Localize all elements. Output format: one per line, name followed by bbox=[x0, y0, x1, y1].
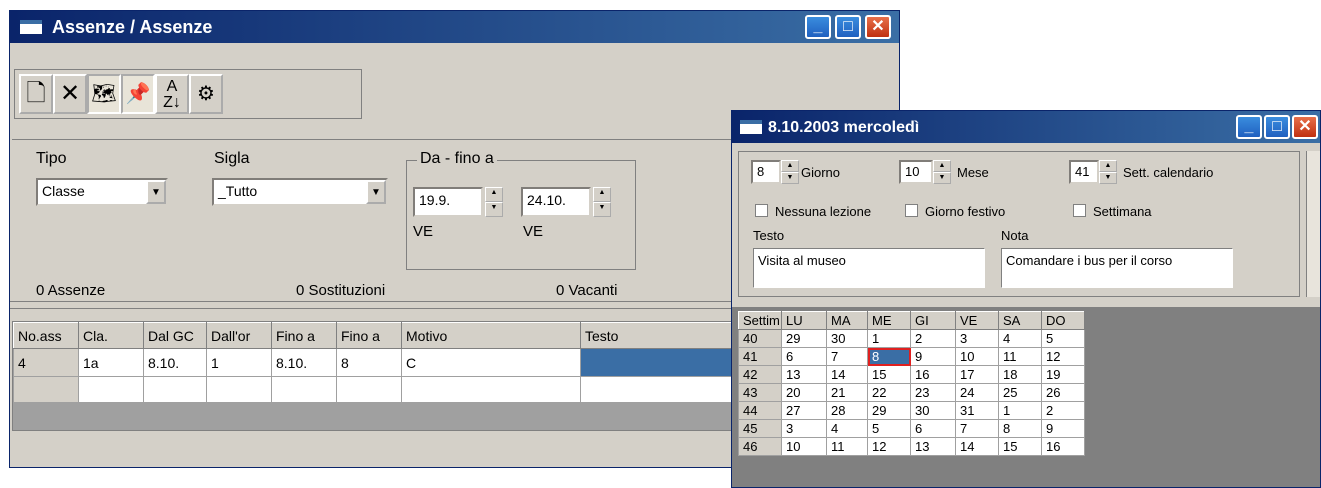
festivo-label: Giorno festivo bbox=[925, 204, 1006, 219]
testo-field[interactable]: Visita al museo bbox=[753, 248, 985, 288]
calendar-week-row[interactable]: 46 10 11 12 13 14 15 16 bbox=[738, 437, 1085, 456]
to-day-label: VE bbox=[523, 223, 544, 240]
map-icon[interactable]: 🗺 bbox=[87, 74, 121, 114]
col-header[interactable]: Fino a bbox=[271, 322, 337, 349]
close-button[interactable]: ✕ bbox=[1292, 115, 1318, 139]
vertical-scrollbar[interactable] bbox=[1306, 151, 1320, 297]
tipo-value: Classe bbox=[42, 183, 85, 199]
vacanti-count: 0 Vacanti bbox=[556, 282, 618, 299]
minimize-button[interactable]: _ bbox=[805, 15, 831, 39]
sigla-value: _Tutto bbox=[218, 183, 258, 199]
col-header[interactable]: Fino a bbox=[336, 322, 402, 349]
chevron-down-icon[interactable]: ▼ bbox=[146, 180, 166, 204]
nota-field[interactable]: Comandare i bus per il corso bbox=[1001, 248, 1233, 288]
sort-az-icon[interactable]: A Z↓ bbox=[155, 74, 189, 114]
settimana-label: Settimana bbox=[1093, 204, 1152, 219]
sigla-label: Sigla bbox=[214, 150, 250, 167]
calendar-week-row[interactable]: 43 20 21 22 23 24 25 26 bbox=[738, 383, 1085, 402]
tipo-select[interactable]: Classe ▼ bbox=[36, 178, 168, 206]
calendar-week-row[interactable]: 41 6 7 8 9 10 11 12 bbox=[738, 347, 1085, 366]
range-label: Da - fino a bbox=[417, 150, 497, 168]
new-icon[interactable]: 🗋 bbox=[19, 74, 53, 114]
calendar-week-row[interactable]: 45 3 4 5 6 7 8 9 bbox=[738, 419, 1085, 438]
title-bar[interactable]: 8.10.2003 mercoledì _ □ ✕ bbox=[732, 111, 1320, 143]
col-header[interactable]: Dall'or bbox=[206, 322, 272, 349]
to-spinner[interactable]: ▲ ▼ bbox=[593, 187, 611, 217]
sett-field[interactable]: 41 bbox=[1069, 160, 1099, 184]
to-date-field[interactable]: 24.10. bbox=[521, 187, 591, 217]
sigla-select[interactable]: _Tutto ▼ bbox=[212, 178, 388, 206]
nessuna-lezione-checkbox[interactable] bbox=[755, 204, 768, 217]
mese-spinner[interactable]: ▲ ▼ bbox=[933, 160, 951, 184]
sett-label: Sett. calendario bbox=[1123, 165, 1214, 180]
calendar-grid: Settim LU MA ME GI VE SA DO 40 29 30 1 2 3 4 5 … bbox=[738, 311, 1085, 456]
date-range-group: Da - fino a 19.9. ▲ ▼ 24.10. ▲ ▼ VE VE bbox=[406, 150, 636, 270]
window-icon bbox=[740, 120, 762, 134]
calendar-window: 8.10.2003 mercoledì _ □ ✕ 8 ▲ ▼ Giorno 10… bbox=[731, 110, 1321, 488]
giorno-spinner[interactable]: ▲ ▼ bbox=[781, 160, 799, 184]
sett-spinner[interactable]: ▲ ▼ bbox=[1099, 160, 1117, 184]
selected-day[interactable]: 8 bbox=[867, 347, 911, 366]
delete-icon[interactable]: ✕ bbox=[53, 74, 87, 114]
giorno-field[interactable]: 8 bbox=[751, 160, 781, 184]
window-icon bbox=[20, 20, 42, 34]
minimize-button[interactable]: _ bbox=[1236, 115, 1262, 139]
col-header[interactable]: Cla. bbox=[78, 322, 144, 349]
chevron-down-icon[interactable]: ▼ bbox=[366, 180, 386, 204]
giorno-label: Giorno bbox=[801, 165, 841, 180]
calendar-week-row[interactable]: 42 13 14 15 16 17 18 19 bbox=[738, 365, 1085, 384]
maximize-button[interactable]: □ bbox=[835, 15, 861, 39]
nota-label: Nota bbox=[1001, 228, 1029, 243]
mese-label: Mese bbox=[957, 165, 989, 180]
window-title: 8.10.2003 mercoledì bbox=[768, 119, 920, 136]
col-header[interactable]: No.ass bbox=[13, 322, 79, 349]
from-day-label: VE bbox=[413, 223, 434, 240]
day-details-panel: 8 ▲ ▼ Giorno 10 ▲ ▼ Mese 41 ▲ ▼ Sett. calen… bbox=[738, 151, 1300, 297]
from-spinner[interactable]: ▲ ▼ bbox=[485, 187, 503, 217]
gears-icon[interactable]: ⚙ bbox=[189, 74, 223, 114]
col-header[interactable]: Motivo bbox=[401, 322, 581, 349]
title-bar[interactable]: Assenze / Assenze _ □ ✕ bbox=[10, 11, 899, 43]
nessuna-label: Nessuna lezione bbox=[775, 204, 872, 219]
mese-field[interactable]: 10 bbox=[899, 160, 933, 184]
pin-map-icon[interactable]: 📌 bbox=[121, 74, 155, 114]
close-button[interactable]: ✕ bbox=[865, 15, 891, 39]
calendar-week-row[interactable]: 44 27 28 29 30 31 1 2 bbox=[738, 401, 1085, 420]
settimana-checkbox[interactable] bbox=[1073, 204, 1086, 217]
sostituzioni-count: 0 Sostituzioni bbox=[296, 282, 386, 299]
window-title: Assenze / Assenze bbox=[52, 17, 213, 37]
giorno-festivo-checkbox[interactable] bbox=[905, 204, 918, 217]
toolbar: 🗋 ✕ 🗺 📌 A Z↓ ⚙ bbox=[14, 69, 362, 119]
tipo-label: Tipo bbox=[36, 150, 67, 167]
testo-label: Testo bbox=[753, 228, 785, 243]
maximize-button[interactable]: □ bbox=[1264, 115, 1290, 139]
from-date-field[interactable]: 19.9. bbox=[413, 187, 483, 217]
col-header[interactable]: Dal GC bbox=[143, 322, 207, 349]
assenze-count: 0 Assenze bbox=[36, 282, 106, 299]
calendar-week-row[interactable]: 40 29 30 1 2 3 4 5 bbox=[738, 329, 1085, 348]
